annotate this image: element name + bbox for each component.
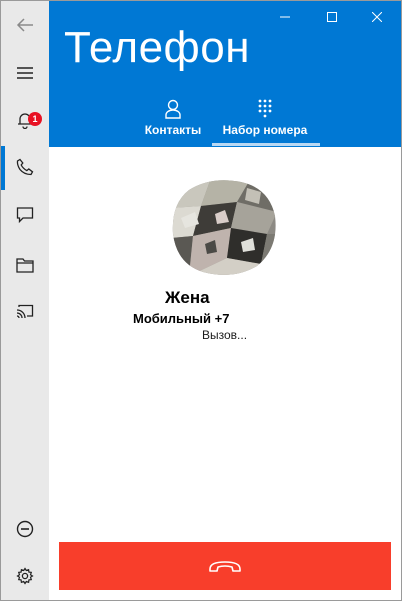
menu-button[interactable]: [1, 53, 49, 93]
files-button[interactable]: [1, 245, 49, 285]
maximize-icon: [327, 12, 337, 22]
app-title: Телефон: [64, 23, 251, 72]
call-status: Вызов...: [202, 328, 248, 342]
hang-up-button[interactable]: [59, 542, 391, 590]
selected-tab-indicator: [212, 143, 320, 146]
cast-screen-icon: [16, 304, 34, 319]
minus-circle-icon: [16, 520, 34, 538]
notification-badge: 1: [28, 112, 42, 126]
hamburger-menu-icon: [17, 67, 33, 79]
minimize-icon: [280, 16, 290, 18]
tab-dialpad[interactable]: Набор номера: [215, 97, 315, 147]
app-header: Телефон Контакты Набор номера: [49, 1, 401, 147]
screen-cast-button[interactable]: [1, 292, 49, 332]
phone-icon: [16, 158, 34, 176]
tab-dialpad-label: Набор номера: [222, 123, 308, 137]
gear-icon: [16, 567, 34, 585]
messages-button[interactable]: [1, 195, 49, 235]
contact-name: Жена: [165, 288, 210, 307]
contact-avatar: [172, 180, 276, 275]
tab-contacts-label: Контакты: [144, 123, 202, 137]
calls-button[interactable]: [1, 147, 49, 187]
do-not-disturb-button[interactable]: [1, 509, 49, 549]
dialpad-icon: [258, 99, 272, 118]
left-rail: 1: [1, 1, 49, 600]
folder-icon: [16, 258, 34, 273]
minimize-button[interactable]: [273, 7, 297, 27]
settings-button[interactable]: [1, 556, 49, 596]
message-icon: [16, 207, 34, 224]
back-button[interactable]: [1, 5, 49, 45]
person-icon: [165, 99, 181, 119]
hang-up-phone-icon: [209, 561, 241, 572]
maximize-button[interactable]: [320, 7, 344, 27]
contact-number: Мобильный +7: [133, 311, 230, 326]
close-button[interactable]: [365, 7, 389, 27]
back-arrow-icon: [16, 18, 33, 32]
tab-contacts[interactable]: Контакты: [141, 97, 205, 147]
close-icon: [372, 12, 382, 22]
